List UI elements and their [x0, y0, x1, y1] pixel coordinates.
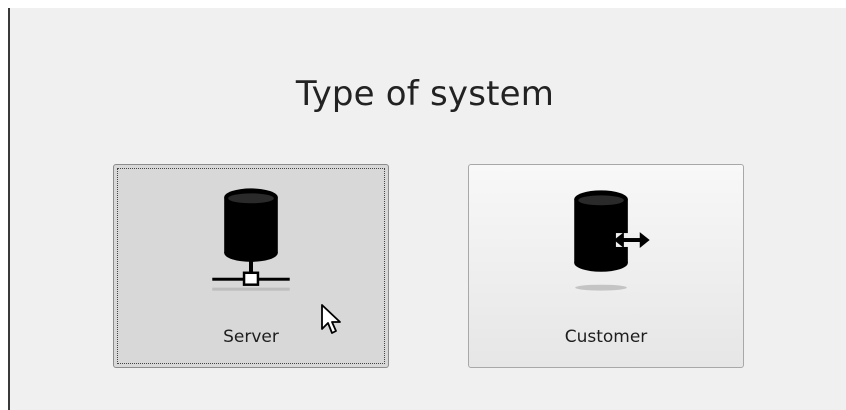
page-title: Type of system [295, 74, 555, 114]
server-option-label: Server [223, 327, 279, 347]
server-option-button[interactable]: Server [113, 164, 389, 368]
database-server-icon [212, 188, 290, 291]
system-type-panel: Type of system Server Customer [8, 8, 846, 410]
customer-option-label: Customer [564, 327, 648, 347]
customer-option-button[interactable]: Customer [468, 164, 744, 368]
database-exchange-icon [574, 190, 650, 291]
